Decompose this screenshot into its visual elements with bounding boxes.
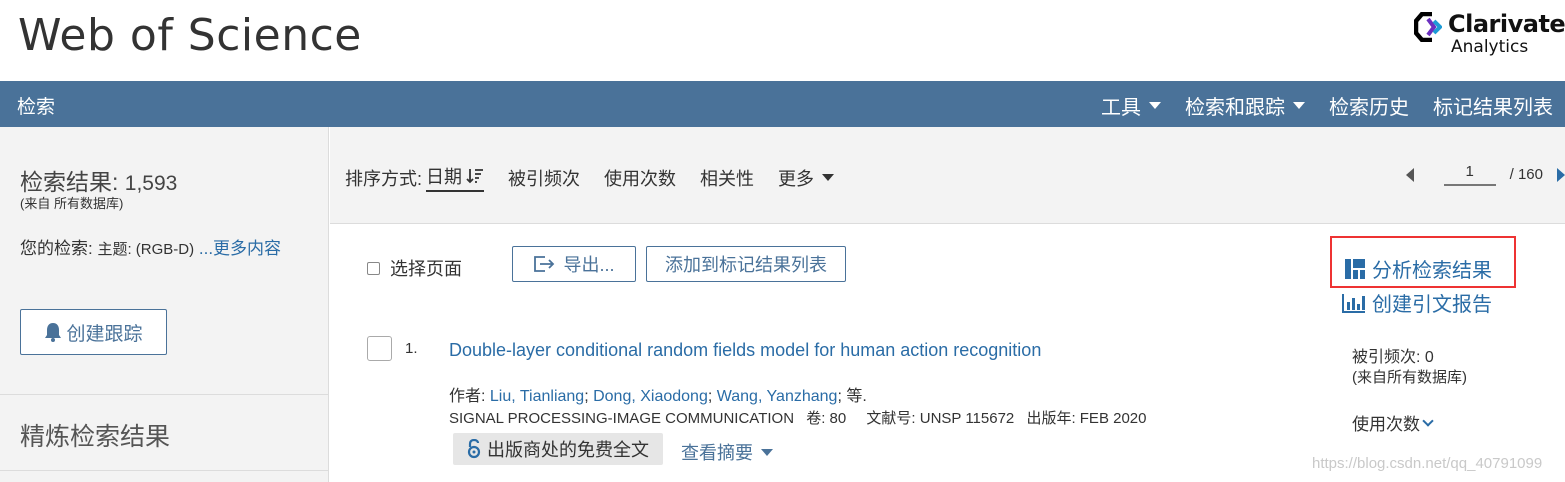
results-source: (来自 所有数据库) <box>20 196 124 211</box>
analyze-results-link[interactable]: 分析检索结果 <box>1345 254 1492 283</box>
next-page-icon[interactable] <box>1557 167 1565 182</box>
brand-name: Clarivate <box>1448 10 1565 38</box>
sort-more-dropdown[interactable]: 更多 <box>778 165 835 191</box>
nav-marked-list-label: 标记结果列表 <box>1433 97 1553 119</box>
app-header: Web of Science Clarivate Analytics <box>0 0 1565 81</box>
bar-grid-icon <box>1345 258 1365 279</box>
article-number: 文献号: UNSP 115672 <box>866 410 1015 427</box>
sort-descending-icon <box>466 169 484 184</box>
divider <box>0 470 328 471</box>
divider <box>0 394 328 395</box>
publication-year: 出版年: FEB 2020 <box>1026 410 1147 427</box>
select-page-label: 选择页面 <box>390 259 462 279</box>
sort-options: 排序方式: 日期 被引频次 使用次数 相关性 更多 <box>345 163 835 192</box>
author-link[interactable]: Dong, Xiaodong <box>593 388 708 405</box>
times-cited: 被引频次: 0 <box>1352 349 1434 366</box>
authors-more: 等. <box>846 388 867 405</box>
caret-down-icon <box>761 448 773 456</box>
nav-search-and-alerts-label: 检索和跟踪 <box>1185 97 1285 119</box>
nav-right-menu: 工具 检索和跟踪 检索历史 标记结果列表 <box>1101 91 1553 120</box>
results-label: 检索结果: <box>20 169 119 195</box>
page-number-input[interactable] <box>1443 163 1496 186</box>
author-link[interactable]: Liu, Tianliang <box>490 388 584 405</box>
volume: 卷: 80 <box>806 410 847 427</box>
nav-search-and-alerts[interactable]: 检索和跟踪 <box>1185 91 1305 120</box>
record-authors: 作者: Liu, Tianliang; Dong, Xiaodong; Wang… <box>449 388 867 405</box>
brand-sub: Analytics <box>1451 37 1529 57</box>
sort-by-date[interactable]: 日期 <box>426 163 485 192</box>
free-full-text-button[interactable]: 出版商处的免费全文 <box>453 433 663 465</box>
times-cited-source: (来自所有数据库) <box>1352 369 1467 386</box>
record-number: 1. <box>405 340 418 357</box>
page-total: / 160 <box>1509 166 1543 183</box>
add-to-marked-list-button[interactable]: 添加到标记结果列表 <box>646 246 846 282</box>
nav-marked-list[interactable]: 标记结果列表 <box>1433 91 1553 120</box>
sort-by-date-label: 日期 <box>426 167 463 187</box>
nav-search-history[interactable]: 检索历史 <box>1329 91 1409 120</box>
app-title[interactable]: Web of Science <box>18 10 362 61</box>
sort-more-label: 更多 <box>778 168 815 189</box>
caret-down-icon <box>822 174 835 181</box>
export-button[interactable]: 导出... <box>512 246 636 282</box>
sort-bar: 排序方式: 日期 被引频次 使用次数 相关性 更多 / 160 <box>330 127 1565 224</box>
usage-count-toggle[interactable]: 使用次数 <box>1352 410 1434 435</box>
your-search: 您的检索: 主题: (RGB-D) ...更多内容 <box>20 236 310 262</box>
results-count: 1,593 <box>124 172 178 195</box>
results-title: 检索结果: 1,593 <box>20 163 177 197</box>
journal-name: SIGNAL PROCESSING-IMAGE COMMUNICATION <box>449 410 795 427</box>
bell-icon <box>45 323 62 342</box>
chevron-down-icon <box>1422 414 1434 427</box>
create-alert-label: 创建跟踪 <box>66 323 143 345</box>
sort-by-citations[interactable]: 被引频次 <box>508 165 580 191</box>
watermark: https://blog.csdn.net/qq_40791099 <box>1312 455 1543 472</box>
authors-label: 作者: <box>449 388 486 405</box>
left-sidebar: 检索结果: 1,593 (来自 所有数据库) 您的检索: 主题: (RGB-D)… <box>0 127 329 482</box>
usage-count-label: 使用次数 <box>1352 415 1420 434</box>
select-page[interactable]: 选择页面 <box>367 255 462 281</box>
clarivate-logo-icon <box>1414 12 1442 42</box>
record-checkbox[interactable] <box>367 336 392 361</box>
caret-down-icon <box>1149 102 1161 109</box>
export-label: 导出... <box>563 255 615 275</box>
sort-label: 排序方式: <box>345 168 423 189</box>
record-source: SIGNAL PROCESSING-IMAGE COMMUNICATION 卷:… <box>449 407 1154 428</box>
author-link[interactable]: Wang, Yanzhang <box>717 388 838 405</box>
create-alert-button[interactable]: 创建跟踪 <box>20 309 167 355</box>
nav-search-history-label: 检索历史 <box>1329 97 1409 119</box>
search-query: 主题: (RGB-D) <box>97 241 195 258</box>
citation-report-link[interactable]: 创建引文报告 <box>1342 288 1492 317</box>
main-navbar: 检索 工具 检索和跟踪 检索历史 标记结果列表 <box>0 81 1565 127</box>
record-title-link[interactable]: Double-layer conditional random fields m… <box>449 340 1041 361</box>
select-page-checkbox[interactable] <box>367 261 380 275</box>
sort-by-relevance[interactable]: 相关性 <box>700 165 754 191</box>
nav-tools[interactable]: 工具 <box>1101 91 1161 120</box>
export-icon <box>534 256 555 272</box>
refine-results-title: 精炼检索结果 <box>20 423 171 451</box>
analyze-results-label: 分析检索结果 <box>1372 260 1492 282</box>
view-abstract-label: 查看摘要 <box>681 443 753 463</box>
nav-search-link[interactable]: 检索 <box>17 92 55 119</box>
bar-chart-icon <box>1342 293 1365 313</box>
citation-report-label: 创建引文报告 <box>1372 294 1492 316</box>
free-full-text-label: 出版商处的免费全文 <box>487 440 649 460</box>
nav-tools-label: 工具 <box>1101 97 1141 119</box>
prev-page-icon[interactable] <box>1405 167 1414 182</box>
your-search-label: 您的检索: <box>20 239 93 258</box>
open-access-lock-icon <box>467 439 481 459</box>
pagination: / 160 <box>1405 163 1565 186</box>
view-abstract-toggle[interactable]: 查看摘要 <box>681 439 773 465</box>
more-content-link[interactable]: ...更多内容 <box>199 239 281 258</box>
brand-logo-block[interactable]: Clarivate Analytics <box>1414 10 1565 60</box>
caret-down-icon <box>1293 102 1305 109</box>
sort-by-usage[interactable]: 使用次数 <box>604 165 676 191</box>
